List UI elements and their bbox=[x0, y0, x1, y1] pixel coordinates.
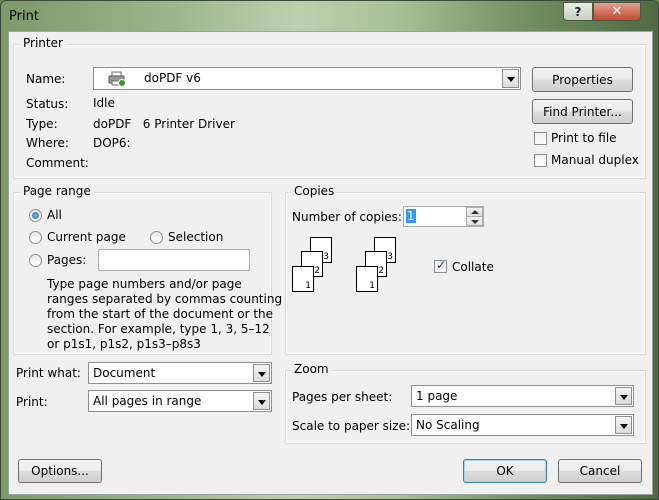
help-line: section. For example, type 1, 3, 5–12 bbox=[47, 322, 270, 336]
manual-duplex-label[interactable]: Manual duplex bbox=[551, 153, 639, 167]
number-of-copies-label: Number of copies: bbox=[292, 210, 402, 224]
chevron-down-icon[interactable] bbox=[253, 364, 270, 382]
page-number: 3 bbox=[323, 252, 329, 262]
print-to-file-checkbox[interactable] bbox=[534, 132, 547, 145]
page-number: 3 bbox=[387, 252, 393, 262]
manual-duplex-checkbox[interactable] bbox=[534, 154, 547, 167]
help-line: from the start of the document or the bbox=[47, 307, 274, 321]
arrow-up-icon bbox=[471, 210, 479, 214]
print-what-select[interactable]: Document bbox=[88, 362, 272, 384]
page-number: 2 bbox=[378, 266, 384, 276]
where-value: DOP6: bbox=[93, 136, 131, 150]
pages-per-sheet-value: 1 page bbox=[416, 389, 458, 403]
status-label: Status: bbox=[26, 97, 69, 111]
arrow-down-icon bbox=[471, 220, 479, 224]
properties-button[interactable]: Properties bbox=[532, 67, 633, 92]
all-pages-radio[interactable] bbox=[29, 209, 42, 222]
print-what-value: Document bbox=[93, 366, 156, 380]
chevron-down-icon[interactable] bbox=[615, 416, 632, 434]
page-range-help-text: Type page numbers and/or page ranges sep… bbox=[47, 277, 282, 352]
collate-checkbox[interactable] bbox=[434, 258, 447, 273]
type-value: doPDF 6 Printer Driver bbox=[93, 117, 235, 131]
title-bar[interactable]: Print ? ✕ bbox=[1, 1, 658, 33]
find-printer-button[interactable]: Find Printer... bbox=[532, 99, 633, 124]
ok-button[interactable]: OK bbox=[463, 459, 547, 483]
print-to-file-label[interactable]: Print to file bbox=[551, 131, 617, 145]
help-line: or p1s1, p1s2, p1s3–p8s3 bbox=[47, 337, 201, 351]
scale-to-paper-label: Scale to paper size: bbox=[292, 419, 410, 433]
selection-label[interactable]: Selection bbox=[168, 230, 223, 244]
print-dialog-window: Print ? ✕ Printer Name: doPDF v6 Status:… bbox=[0, 0, 659, 500]
name-label: Name: bbox=[26, 72, 66, 86]
printer-group-label: Printer bbox=[20, 36, 66, 50]
scale-to-paper-select[interactable]: No Scaling bbox=[411, 414, 634, 436]
print-select[interactable]: All pages in range bbox=[88, 390, 272, 412]
scale-to-paper-value: No Scaling bbox=[416, 418, 480, 432]
pages-input[interactable] bbox=[98, 249, 250, 271]
current-page-radio[interactable] bbox=[29, 231, 42, 244]
page-range-group-label: Page range bbox=[20, 184, 94, 198]
help-line: ranges separated by commas counting bbox=[47, 292, 283, 306]
chevron-down-icon[interactable] bbox=[615, 387, 632, 405]
where-label: Where: bbox=[26, 136, 69, 150]
copies-value: 1 bbox=[406, 209, 416, 223]
chevron-down-icon[interactable] bbox=[253, 392, 270, 410]
current-page-label[interactable]: Current page bbox=[47, 230, 126, 244]
dialog-client-area: Printer Name: doPDF v6 Status: Idle Type… bbox=[8, 31, 653, 495]
page-thumb: 1 bbox=[356, 266, 378, 292]
comment-label: Comment: bbox=[26, 156, 89, 170]
pages-per-sheet-select[interactable]: 1 page bbox=[411, 385, 634, 407]
collate-label[interactable]: Collate bbox=[452, 260, 494, 274]
printer-name-select[interactable]: doPDF v6 bbox=[93, 67, 521, 90]
page-number: 2 bbox=[314, 266, 320, 276]
close-button[interactable]: ✕ bbox=[593, 2, 641, 21]
type-label: Type: bbox=[26, 117, 58, 131]
help-button[interactable]: ? bbox=[563, 2, 593, 21]
print-what-label: Print what: bbox=[16, 366, 81, 380]
all-pages-label[interactable]: All bbox=[47, 208, 62, 222]
printer-icon bbox=[108, 71, 126, 90]
page-number: 1 bbox=[305, 281, 311, 291]
print-value: All pages in range bbox=[93, 394, 202, 408]
print-label: Print: bbox=[16, 395, 48, 409]
copies-group-label: Copies bbox=[291, 184, 338, 198]
pages-label[interactable]: Pages: bbox=[47, 253, 86, 267]
pages-per-sheet-label: Pages per sheet: bbox=[292, 390, 393, 404]
window-title: Print bbox=[9, 9, 39, 24]
number-of-copies-input[interactable]: 1 bbox=[403, 206, 484, 227]
spin-down-button[interactable] bbox=[466, 216, 483, 226]
page-number: 1 bbox=[369, 281, 375, 291]
zoom-group-label: Zoom bbox=[291, 362, 332, 376]
cancel-button[interactable]: Cancel bbox=[558, 459, 642, 483]
pages-radio[interactable] bbox=[29, 254, 42, 267]
options-button[interactable]: Options... bbox=[18, 459, 102, 483]
help-line: Type page numbers and/or page bbox=[47, 277, 242, 291]
selection-radio[interactable] bbox=[150, 231, 163, 244]
chevron-down-icon[interactable] bbox=[502, 69, 519, 88]
status-value: Idle bbox=[93, 96, 115, 110]
printer-name-value: doPDF v6 bbox=[144, 71, 201, 85]
page-thumb: 1 bbox=[292, 266, 314, 292]
